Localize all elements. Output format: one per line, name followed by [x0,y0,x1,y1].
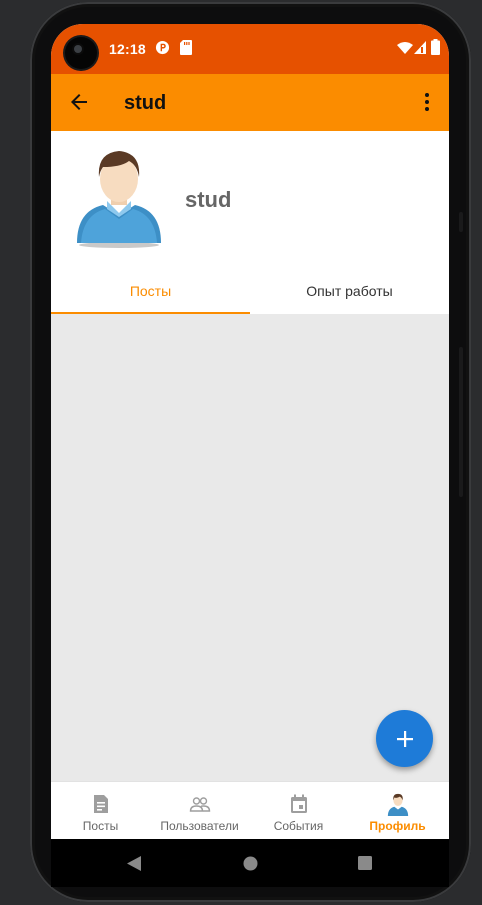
posts-list[interactable] [51,314,449,781]
nav-label: Посты [82,819,119,833]
power-button [459,212,463,232]
battery-icon [431,39,440,55]
sd-card-icon [180,40,192,55]
nav-item-posts[interactable]: Посты [51,782,150,839]
user-avatar-icon [387,793,409,816]
document-icon [94,795,108,813]
profile-header: stud Посты Опыт работы [51,131,449,314]
wifi-icon [397,42,413,54]
plus-icon [396,730,413,747]
tab-work-experience[interactable]: Опыт работы [250,270,449,314]
profile-username: stud [185,187,232,212]
app-toolbar: stud [51,74,449,131]
nav-item-profile[interactable]: Профиль [348,782,447,839]
app-screen: 12:18 stud stud Посты Опыт работы Посты … [51,24,449,839]
nav-label: Пользователи [160,819,239,833]
nav-item-events[interactable]: События [249,782,348,839]
nav-label: События [273,819,324,833]
bottom-navigation: Посты Пользователи События Профиль [51,781,449,839]
volume-button [459,347,463,497]
profile-tabs: Посты Опыт работы [51,270,449,314]
back-triangle-icon[interactable] [126,855,142,872]
add-post-button[interactable] [376,710,433,767]
arrow-back-icon[interactable] [67,90,91,114]
tab-posts[interactable]: Посты [51,270,250,314]
nav-item-users[interactable]: Пользователи [150,782,249,839]
status-time: 12:18 [109,41,146,57]
user-avatar-icon [77,151,161,248]
people-icon [189,797,211,812]
status-bar: 12:18 [51,24,449,74]
calendar-icon [291,794,307,813]
signal-icon [414,41,426,54]
system-navigation-bar [51,839,449,887]
sync-badge-icon [155,40,170,55]
more-vert-icon[interactable] [415,90,439,114]
nav-label: Профиль [369,819,426,833]
home-circle-icon[interactable] [243,856,258,871]
camera-hole [65,37,97,69]
tab-label: Опыт работы [306,283,393,299]
recents-square-icon[interactable] [358,856,372,870]
toolbar-title: stud [124,92,167,114]
tab-label: Посты [129,283,172,299]
